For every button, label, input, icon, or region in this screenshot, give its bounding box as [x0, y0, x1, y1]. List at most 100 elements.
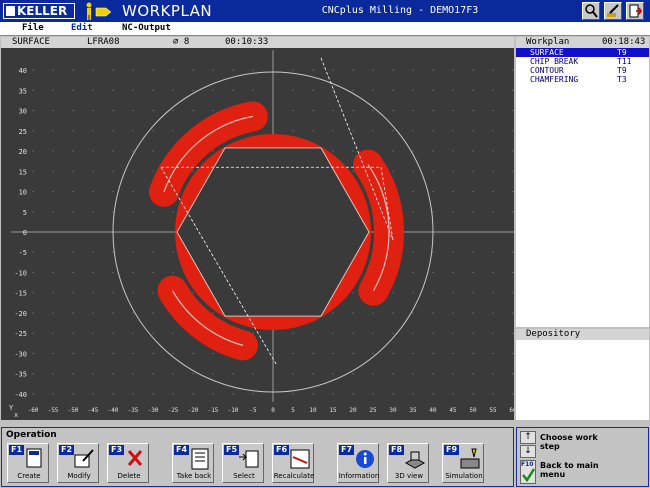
grid-dot	[392, 352, 394, 354]
y-tick-label: 5	[23, 209, 27, 217]
grid-dot	[132, 393, 134, 395]
grid-dot	[372, 89, 374, 91]
function-key: F4	[174, 445, 190, 455]
menu-bar: File Edit NC-Output	[0, 22, 650, 36]
grid-dot	[512, 150, 514, 152]
function-key: F9	[444, 445, 460, 455]
x-tick-label: 50	[469, 407, 477, 414]
function-key: F3	[109, 445, 125, 455]
grid-dot	[352, 393, 354, 395]
x-axis-label: x	[14, 411, 18, 419]
grid-dot	[392, 292, 394, 294]
depository-list[interactable]	[516, 340, 649, 420]
grid-dot	[72, 332, 74, 334]
grid-dot	[72, 89, 74, 91]
graphic-viewport[interactable]: 40 35 30 25 20 15 10 5 0 -5 -10 -15 -20 -25 -30 -35 -40-…	[1, 48, 517, 420]
grid-dot	[92, 373, 94, 375]
grid-dot	[232, 89, 234, 91]
grid-dot	[452, 393, 454, 395]
function-button-take-back[interactable]: F4 Take back	[172, 443, 214, 483]
grid-dot	[92, 292, 94, 294]
grid-dot	[212, 150, 214, 152]
grid-dot	[152, 332, 154, 334]
grid-dot	[212, 110, 214, 112]
edit-tool-button[interactable]	[604, 2, 622, 20]
function-button-3d-view[interactable]: F8 3D view	[387, 443, 429, 483]
grid-dot	[192, 393, 194, 395]
grid-dot	[92, 251, 94, 253]
grid-dot	[132, 332, 134, 334]
x-tick-label: -35	[128, 407, 139, 414]
function-button-modify[interactable]: F2 Modify	[57, 443, 99, 483]
menu-file[interactable]: File	[22, 23, 44, 34]
workplan-step[interactable]: SURFACE T9	[516, 48, 649, 57]
function-button-delete[interactable]: F3 Delete	[107, 443, 149, 483]
x-tick-label: -15	[208, 407, 219, 414]
grid-dot	[92, 211, 94, 213]
workplan-step[interactable]: CHAMFERING T3	[516, 75, 649, 84]
grid-dot	[352, 373, 354, 375]
grid-dot	[132, 271, 134, 273]
grid-dot	[432, 110, 434, 112]
grid-dot	[72, 130, 74, 132]
grid-dot	[512, 251, 514, 253]
x-tick-label: 45	[449, 407, 457, 414]
grid-dot	[52, 292, 54, 294]
step-up-button[interactable]: ↑	[520, 431, 536, 444]
x-tick-label: 55	[489, 407, 497, 414]
x-tick-label: 35	[409, 407, 417, 414]
exit-button[interactable]	[626, 2, 644, 20]
step-name: CHAMFERING	[530, 75, 579, 84]
grid-dot	[392, 89, 394, 91]
grid-dot	[132, 292, 134, 294]
toolpath-graphic[interactable]: 4035302520151050-5-10-15-20-25-30-35-40-…	[1, 48, 517, 420]
workplan-list[interactable]: SURFACE T9 CHIP BREAK T11 CONTOUR T9 CHAMFE…	[516, 48, 649, 327]
grid-dot	[512, 332, 514, 334]
grid-dot	[512, 292, 514, 294]
depository-header: Depository	[516, 329, 649, 340]
x-tick-label: -25	[168, 407, 179, 414]
function-button-simulation[interactable]: F9 Simulation	[442, 443, 484, 483]
grid-dot	[332, 69, 334, 71]
step-down-button[interactable]: ↓	[520, 445, 536, 458]
grid-dot	[492, 373, 494, 375]
grid-dot	[292, 130, 294, 132]
grid-dot	[332, 393, 334, 395]
function-button-information[interactable]: F7 Information	[337, 443, 379, 483]
function-button-create[interactable]: F1 Create	[7, 443, 49, 483]
function-label: Information	[338, 472, 380, 480]
grid-dot	[92, 170, 94, 172]
grid-dot	[32, 393, 34, 395]
menu-nc-output[interactable]: NC-Output	[122, 23, 171, 34]
operation-bar: Operation F1 Create F2 Modify F3 Delete F4 Take…	[1, 427, 514, 487]
grid-dot	[152, 373, 154, 375]
grid-dot	[332, 332, 334, 334]
zoom-button[interactable]	[582, 2, 600, 20]
exit-icon	[629, 4, 642, 18]
operator-icon	[86, 2, 112, 20]
function-button-select[interactable]: F5 Select	[222, 443, 264, 483]
grid-dot	[472, 332, 474, 334]
back-button[interactable]: F10	[520, 460, 536, 484]
grid-dot	[152, 130, 154, 132]
depository-title: Depository	[526, 329, 581, 339]
grid-dot	[112, 292, 114, 294]
menu-edit[interactable]: Edit	[71, 23, 93, 34]
workplan-step[interactable]: CONTOUR T9	[516, 66, 649, 75]
grid-dot	[432, 352, 434, 354]
grid-dot	[472, 170, 474, 172]
step-name: CHIP BREAK	[530, 57, 579, 66]
grid-dot	[432, 312, 434, 314]
grid-dot	[432, 191, 434, 193]
grid-dot	[352, 130, 354, 132]
grid-dot	[112, 110, 114, 112]
grid-dot	[412, 89, 414, 91]
grid-dot	[512, 130, 514, 132]
x-tick-label: -5	[249, 407, 257, 414]
function-button-recalculate[interactable]: F6 Recalculate	[272, 443, 314, 483]
grid-dot	[512, 110, 514, 112]
y-tick-label: 35	[19, 87, 27, 95]
grid-dot	[32, 211, 34, 213]
function-key: F1	[9, 445, 25, 455]
workplan-step[interactable]: CHIP BREAK T11	[516, 57, 649, 66]
